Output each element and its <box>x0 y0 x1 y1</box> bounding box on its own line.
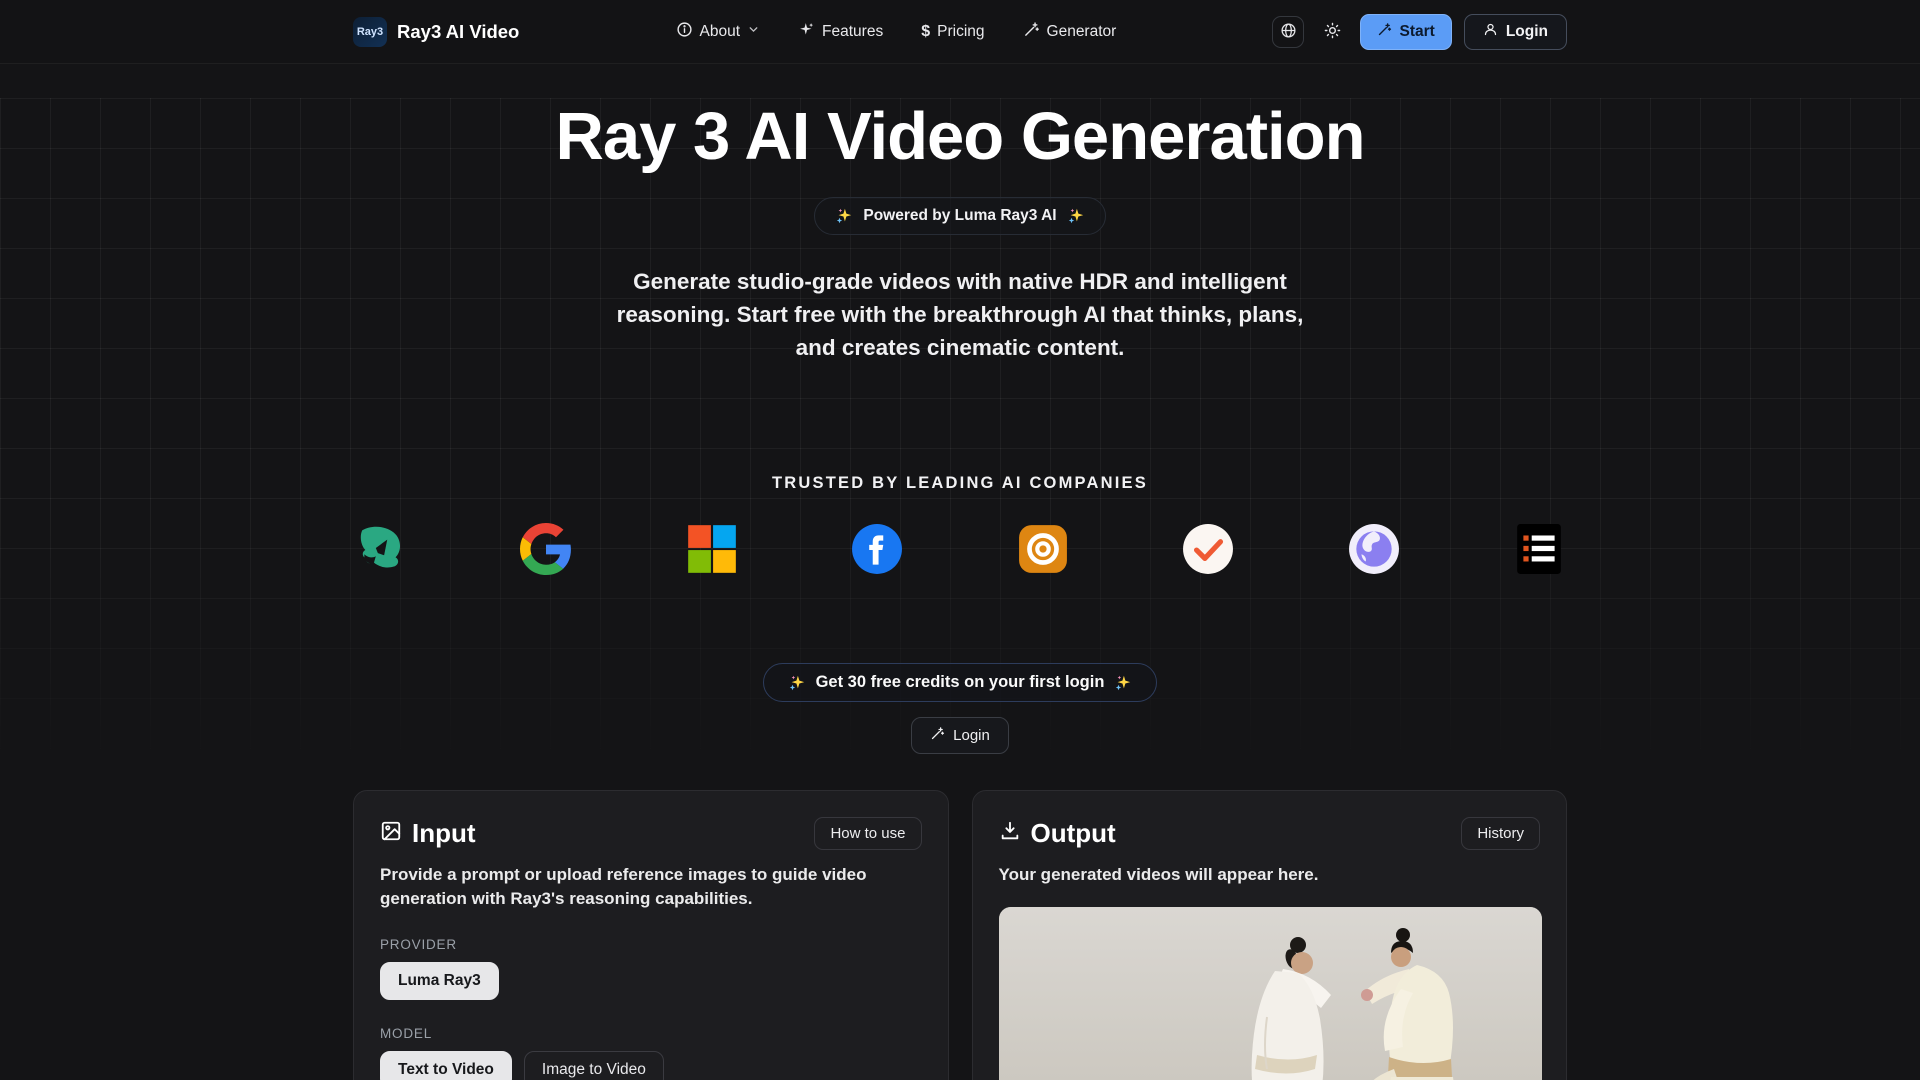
wand-icon <box>1377 22 1392 42</box>
model-option-image-to-video[interactable]: Image to Video <box>524 1051 664 1080</box>
teal-mascot-logo <box>353 521 409 577</box>
download-icon <box>999 818 1021 849</box>
orange-ring-logo <box>1015 521 1071 577</box>
brand-name: Ray3 AI Video <box>397 21 519 43</box>
hero-description: Generate studio-grade videos with native… <box>610 265 1310 364</box>
login-button[interactable]: Login <box>1464 14 1567 50</box>
nav-label: Generator <box>1047 23 1117 41</box>
hero-login-button[interactable]: Login <box>911 717 1009 754</box>
wand-icon <box>1023 21 1040 43</box>
header-actions: Start Login <box>1272 14 1567 50</box>
brand[interactable]: Ray3 Ray3 AI Video <box>353 17 519 47</box>
model-label: MODEL <box>380 1026 922 1041</box>
globe-icon <box>1280 22 1297 42</box>
hero-section: Ray 3 AI Video Generation Powered by Lum… <box>0 98 1920 1080</box>
sparkles-emoji-icon <box>788 674 806 692</box>
nav-label: Features <box>822 23 883 41</box>
input-description: Provide a prompt or upload reference ima… <box>380 863 922 911</box>
header: Ray3 Ray3 AI Video About Features $ Pric… <box>0 0 1920 64</box>
black-list-logo <box>1511 521 1567 577</box>
nav-item-pricing[interactable]: $ Pricing <box>921 23 984 41</box>
image-icon <box>380 818 402 849</box>
theme-toggle-button[interactable] <box>1316 16 1348 48</box>
start-button[interactable]: Start <box>1360 14 1451 50</box>
sparkles-emoji-icon <box>1067 207 1085 225</box>
cta-zone: Get 30 free credits on your first login … <box>353 663 1567 754</box>
video-preview[interactable] <box>999 907 1542 1080</box>
google-logo <box>518 521 574 577</box>
trusted-section: TRUSTED BY LEADING AI COMPANIES <box>353 474 1567 577</box>
credits-badge-label: Get 30 free credits on your first login <box>816 673 1105 692</box>
output-empty-text: Your generated videos will appear here. <box>999 863 1541 887</box>
model-option-text-to-video[interactable]: Text to Video <box>380 1051 512 1080</box>
sparkles-emoji-icon <box>835 207 853 225</box>
language-button[interactable] <box>1272 16 1304 48</box>
credits-badge[interactable]: Get 30 free credits on your first login <box>763 663 1158 702</box>
microsoft-logo <box>684 521 740 577</box>
wand-icon <box>930 726 945 745</box>
sun-icon <box>1324 22 1341 42</box>
purple-globe-logo <box>1346 521 1402 577</box>
input-panel-title: Input <box>380 818 476 849</box>
input-title-label: Input <box>412 818 476 849</box>
main-nav: About Features $ Pricing Generator <box>676 21 1117 43</box>
output-panel-title: Output <box>999 818 1116 849</box>
page-title: Ray 3 AI Video Generation <box>353 98 1567 175</box>
provider-label: PROVIDER <box>380 937 922 952</box>
facebook-logo <box>849 521 905 577</box>
trusted-heading: TRUSTED BY LEADING AI COMPANIES <box>353 474 1567 493</box>
nav-label: Pricing <box>937 23 984 41</box>
sparkles-emoji-icon <box>1114 674 1132 692</box>
ray3-logo-badge: Ray3 <box>353 17 387 47</box>
how-to-use-button[interactable]: How to use <box>814 817 921 850</box>
nav-label: About <box>700 23 741 41</box>
sparkles-icon <box>798 21 815 43</box>
nav-item-features[interactable]: Features <box>798 21 883 43</box>
login-label: Login <box>1506 23 1548 41</box>
nav-item-about[interactable]: About <box>676 21 761 43</box>
powered-badge-label: Powered by Luma Ray3 AI <box>863 207 1056 225</box>
dollar-icon: $ <box>921 23 930 41</box>
output-title-label: Output <box>1031 818 1116 849</box>
user-icon <box>1483 22 1498 42</box>
orange-check-logo <box>1180 521 1236 577</box>
logo-carousel <box>353 521 1567 577</box>
history-button[interactable]: History <box>1461 817 1540 850</box>
provider-option-luma-ray3[interactable]: Luma Ray3 <box>380 962 499 1000</box>
start-label: Start <box>1399 23 1434 41</box>
output-panel: Output History Your generated videos wil… <box>972 790 1568 1080</box>
nav-item-generator[interactable]: Generator <box>1023 21 1117 43</box>
info-icon <box>676 21 693 43</box>
powered-badge: Powered by Luma Ray3 AI <box>814 197 1105 235</box>
chevron-down-icon <box>747 23 760 41</box>
hero-login-label: Login <box>953 727 990 744</box>
input-panel: Input How to use Provide a prompt or upl… <box>353 790 949 1080</box>
